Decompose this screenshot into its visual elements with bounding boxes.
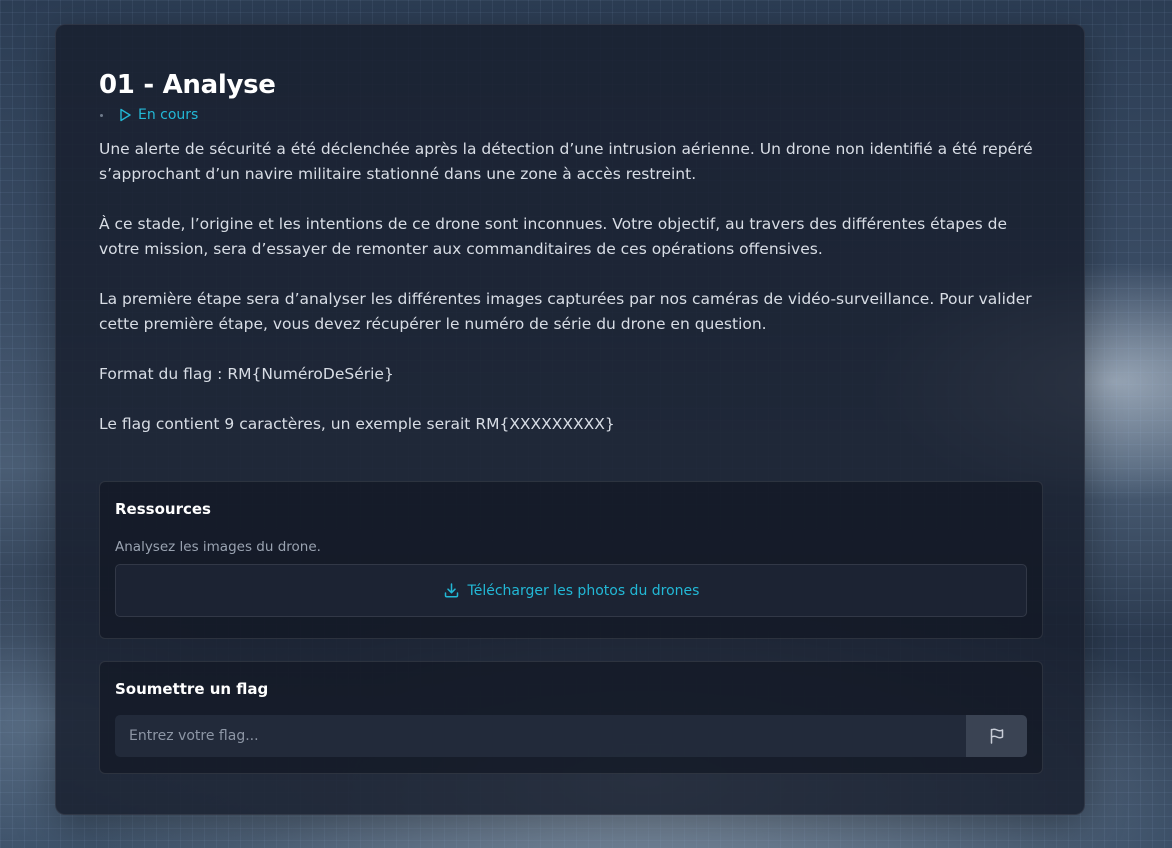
download-icon (443, 582, 460, 599)
download-photos-button[interactable]: Télécharger les photos du drones (115, 564, 1027, 617)
download-photos-label: Télécharger les photos du drones (467, 582, 700, 599)
resources-subtitle: Analysez les images du drone. (115, 539, 321, 555)
challenge-panel: 01 - Analyse En cours Une alerte de sécu… (55, 24, 1085, 815)
status-label: En cours (138, 107, 199, 123)
challenge-description: Une alerte de sécurité a été déclenchée … (99, 137, 1041, 437)
submit-flag-button[interactable] (966, 715, 1027, 757)
status-separator-dot (100, 113, 103, 117)
flag-example: Le flag contient 9 caractères, un exempl… (99, 415, 615, 433)
flag-submit-section: Soumettre un flag (99, 661, 1043, 774)
description-paragraph: La première étape sera d’analyser les di… (99, 290, 1032, 333)
flag-submit-title: Soumettre un flag (115, 680, 269, 698)
flag-input[interactable] (115, 715, 966, 757)
resources-section: Ressources Analysez les images du drone.… (99, 481, 1043, 639)
description-paragraph: Une alerte de sécurité a été déclenchée … (99, 140, 1033, 183)
flag-format: Format du flag : RM{NuméroDeSérie} (99, 365, 394, 383)
play-icon (117, 107, 133, 123)
challenge-title: 01 - Analyse (99, 70, 276, 100)
flag-icon (988, 727, 1006, 745)
description-paragraph: À ce stade, l’origine et les intentions … (99, 215, 1007, 258)
status-row: En cours (99, 103, 1041, 127)
flag-input-row (115, 715, 1027, 757)
resources-title: Ressources (115, 500, 211, 518)
